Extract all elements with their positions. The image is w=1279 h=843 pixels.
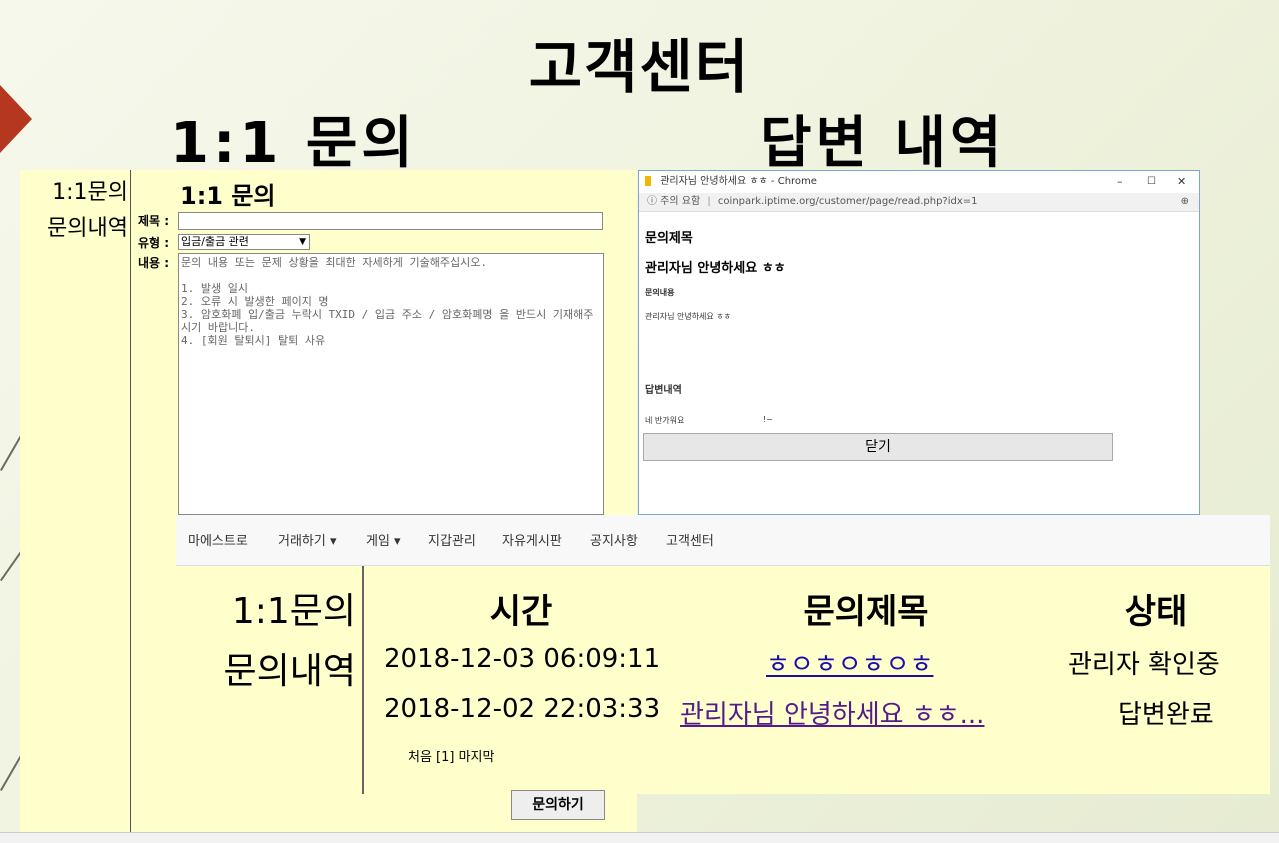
pagination[interactable]: 처음 [1] 마지막 (408, 746, 494, 765)
type-label: 유형 : (138, 236, 170, 250)
content-textarea[interactable]: 문의 내용 또는 문제 상황을 최대한 자세하게 기술해주십시오. 1. 발생 … (178, 253, 604, 515)
row-time: 2018-12-03 06:09:11 (384, 644, 661, 674)
row-status: 관리자 확인중 (1068, 650, 1220, 680)
subject-label: 제목 : (138, 214, 170, 228)
nav-item-support[interactable]: 고객센터 (666, 530, 714, 549)
subject-input[interactable] (178, 212, 603, 230)
popup-section-answer: 답변내역 (645, 385, 682, 396)
inquiry-history-panel: 1:1문의 문의내역 시간 문의제목 상태 2018-12-03 06:09:1… (176, 566, 1270, 794)
answer-popup-window: 관리자님 안녕하세요 ㅎㅎ - Chrome – ☐ ✕ ⓘ 주의 요함 | c… (638, 170, 1200, 515)
zoom-icon[interactable]: ⊕ (1181, 193, 1189, 211)
history-sidebar: 1:1문의 문의내역 (176, 566, 364, 794)
popup-section-subject: 문의제목 (645, 231, 693, 246)
popup-answer-extra: !~ (763, 415, 773, 424)
maximize-button[interactable]: ☐ (1147, 171, 1156, 193)
history-sidebar-inquiry[interactable]: 1:1문의 (176, 582, 356, 634)
sidebar-link-history[interactable]: 문의내역 (20, 210, 128, 242)
top-navbar: 마에스트로 거래하기 ▾ 게임 ▾ 지갑관리 자유게시판 공지사항 고객센터 (176, 515, 1270, 566)
popup-subject: 관리자님 안녕하세요 ㅎㅎ (645, 261, 786, 276)
nav-item-board[interactable]: 자유게시판 (502, 530, 562, 549)
nav-item-maestro[interactable]: 마에스트로 (188, 530, 248, 549)
column-header-time: 시간 (489, 592, 553, 632)
popup-titlebar: 관리자님 안녕하세요 ㅎㅎ - Chrome – ☐ ✕ (639, 171, 1199, 193)
row-title-link[interactable]: 관리자님 안녕하세요 ㅎㅎ... (680, 694, 984, 731)
row-status: 답변완료 (1118, 700, 1214, 730)
submit-inquiry-button[interactable]: 문의하기 (511, 790, 605, 820)
column-header-title: 문의제목 (803, 592, 929, 632)
form-heading: 1:1 문의 (180, 182, 276, 210)
bottom-strip (0, 832, 1279, 843)
column-header-status: 상태 (1124, 592, 1188, 632)
security-warning[interactable]: ⓘ 주의 요함 (647, 196, 700, 207)
decorative-line (0, 435, 22, 471)
popup-section-content: 문의내용 (645, 288, 675, 297)
page-icon (645, 176, 651, 186)
right-heading: 답변 내역 (760, 111, 1006, 176)
popup-window-title: 관리자님 안녕하세요 ㅎㅎ - Chrome (660, 176, 817, 187)
history-sidebar-history[interactable]: 문의내역 (176, 642, 356, 694)
close-window-button[interactable]: ✕ (1177, 171, 1186, 193)
nav-item-trade[interactable]: 거래하기 ▾ (278, 530, 337, 549)
decorative-line (0, 755, 22, 791)
chevron-down-icon: ▼ (299, 237, 306, 247)
url-text: coinpark.iptime.org/customer/page/read.p… (717, 196, 978, 207)
nav-item-notice[interactable]: 공지사항 (590, 530, 638, 549)
nav-item-game[interactable]: 게임 ▾ (366, 530, 401, 549)
row-time: 2018-12-02 22:03:33 (384, 694, 661, 724)
type-select-value: 입금/출금 관련 (181, 235, 249, 248)
popup-content: 관리자님 안녕하세요 ㅎㅎ (645, 312, 732, 321)
popup-answer: 네 반가워요 (645, 416, 685, 425)
slide-title: 고객센터 (528, 33, 751, 101)
minimize-button[interactable]: – (1117, 171, 1123, 193)
nav-item-wallet[interactable]: 지갑관리 (428, 530, 476, 549)
sidebar-link-inquiry[interactable]: 1:1문의 (20, 174, 128, 206)
close-button[interactable]: 닫기 (643, 433, 1113, 461)
row-title-link[interactable]: ㅎㅇㅎㅇㅎㅇㅎ (766, 644, 933, 681)
left-heading: 1:1 문의 (170, 111, 417, 176)
form-sidebar: 1:1문의 문의내역 (20, 170, 131, 832)
type-select[interactable]: 입금/출금 관련 ▼ (178, 234, 310, 250)
content-label: 내용 : (138, 256, 170, 270)
address-bar[interactable]: ⓘ 주의 요함 | coinpark.iptime.org/customer/p… (639, 193, 1199, 212)
url-separator: | (707, 196, 711, 207)
